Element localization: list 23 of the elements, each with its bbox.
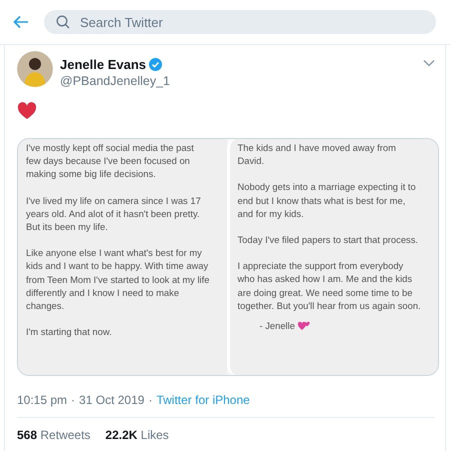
note-paragraph: The kids and I have moved away from David. — [238, 141, 397, 168]
note-paragraph: Today I've filed papers to start that process. — [238, 233, 420, 246]
tweet-date: 31 Oct 2019 — [79, 393, 144, 407]
note-signature: - Jenelle — [260, 319, 295, 332]
separator-dot: · — [71, 393, 76, 407]
avatar[interactable] — [17, 51, 53, 87]
note-paragraph: I've lived my life on camera since I was 17 years old. And alot of it hasn't been pretty. But its been my life. — [26, 194, 202, 234]
note-paragraph: Like anyone else I want what's best for my kids and I want to be happy. With time away from Teen Mom I've started to look at my life differently and I know I need to make changes. — [26, 246, 210, 312]
note-paragraph: I've mostly kept off social media the past few days because I've been focused on making some big life decisions. — [26, 141, 195, 181]
note-paragraph: Nobody gets into a marriage expecting it to end but I know thats what is best for me, and for my kids. — [238, 180, 417, 220]
note-paragraph: I appreciate the support from everybody who has asked how I am. Me and the kids are doing great. We need some time to be together. But you'll hear from us again soon. — [238, 259, 422, 312]
tweet-time[interactable]: 10:15 pm — [17, 393, 68, 407]
search-field[interactable]: Search Twitter — [44, 10, 436, 34]
user-name[interactable]: Jenelle Evans — [60, 57, 146, 72]
chevron-down-icon[interactable] — [423, 59, 435, 67]
heart-icon — [17, 102, 37, 120]
separator-dot: · — [148, 393, 152, 407]
user-handle[interactable]: @PBandJenelley_1 — [60, 74, 416, 88]
stat-link[interactable]: 22.2K Likes — [105, 428, 169, 442]
hearts-icon — [298, 320, 310, 331]
stat-link[interactable]: 568 Retweets — [17, 428, 90, 442]
note-paragraph: I'm starting that now. — [26, 325, 113, 338]
notes-screenshot[interactable] — [17, 138, 439, 376]
